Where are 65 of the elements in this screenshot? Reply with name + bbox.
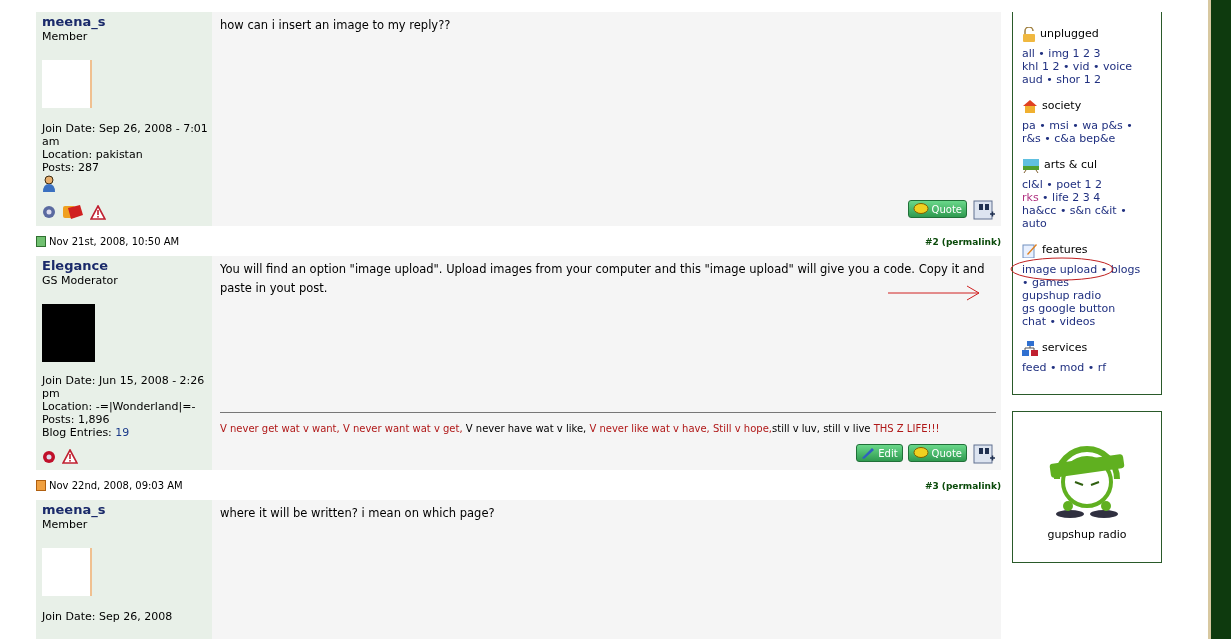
username-link[interactable]: Elegance — [42, 258, 108, 274]
painting-icon — [1022, 157, 1040, 173]
permalink-link[interactable]: (permalink) — [941, 480, 1001, 491]
pencil-icon — [861, 447, 876, 459]
sidebar-link[interactable]: gs google button — [1022, 302, 1116, 315]
sidebar-link[interactable]: auto — [1022, 217, 1047, 230]
sidebar-link[interactable]: aud • shor 1 2 — [1022, 73, 1102, 86]
speech-bubble-icon — [912, 203, 929, 215]
avatar-image — [42, 548, 92, 596]
warning-icon[interactable] — [90, 204, 106, 220]
user-location: Location: pakistan — [42, 148, 143, 161]
sidebar-link[interactable]: rks — [1022, 191, 1039, 204]
sidebar-link[interactable]: gupshup radio — [1022, 289, 1102, 302]
sidebar-link[interactable]: r&s • c&a bep&e — [1022, 132, 1116, 145]
network-icon — [1022, 340, 1038, 356]
user-title: GS Moderator — [42, 274, 118, 288]
join-date: Join Date: Jun 15, 2008 - 2:26 pm — [42, 374, 206, 400]
multi-quote-icon[interactable] — [972, 198, 996, 220]
avatar-image — [42, 60, 92, 108]
warning-icon[interactable] — [62, 449, 78, 464]
speech-bubble-icon — [912, 447, 929, 459]
sidebar-link[interactable]: cl&l • poet 1 2 — [1022, 178, 1102, 191]
user-title: Member — [42, 518, 88, 532]
sidebar-link[interactable]: chat • videos — [1022, 315, 1096, 328]
username-link[interactable]: meena_s — [42, 14, 106, 30]
sidebar-link[interactable]: pa • msi • wa p&s • — [1022, 119, 1133, 132]
section-heading: services — [1042, 340, 1088, 356]
avatar-image — [42, 304, 95, 362]
house-icon — [1022, 99, 1038, 113]
sidebar-link[interactable]: image upload • blogs — [1022, 263, 1141, 276]
status-dot-icon — [42, 449, 56, 464]
sidebar-link[interactable]: feed • mod • rf — [1022, 361, 1107, 374]
join-date: Join Date: Sep 26, 2008 - 7:01 am — [42, 122, 208, 148]
radio-caption: gupshup radio — [1047, 527, 1127, 541]
post-date: Nov 22nd, 2008, 09:03 AM — [49, 479, 183, 491]
signature-text: V never get wat v want, V never want wat v get, V never have wat v like, V never like wat v have, Still v hope,still v luv, still v live THS Z LIFE!!! — [220, 423, 941, 434]
status-dot-icon — [42, 205, 56, 219]
padlock-icon — [1022, 26, 1036, 42]
user-location: Location: -=|Wonderland|=- — [42, 400, 196, 413]
post-count: Posts: 287 — [42, 161, 99, 174]
post-number[interactable]: #3 — [924, 480, 939, 491]
post-number[interactable]: #2 — [924, 236, 939, 247]
join-date: Join Date: Sep 26, 2008 — [42, 610, 173, 623]
blog-entries-link[interactable]: 19 — [115, 426, 130, 439]
post-message: where it will be written? i mean on which page? — [220, 505, 496, 522]
section-heading: unplugged — [1040, 26, 1099, 42]
blog-entries-label: Blog Entries: — [42, 426, 112, 439]
sidebar-link[interactable]: all • img 1 2 3 — [1022, 47, 1101, 60]
sidebar-link[interactable]: ha&cc • s&n c&it • — [1022, 204, 1127, 217]
username-link[interactable]: meena_s — [42, 502, 106, 518]
sidebar-link[interactable]: khl 1 2 • vid • voice — [1022, 60, 1132, 73]
section-heading: arts & cul — [1044, 157, 1097, 173]
section-heading: society — [1042, 98, 1082, 114]
post-count: Posts: 1,896 — [42, 413, 110, 426]
post-message: You will find an option "image upload". Upload images from your computer and this "image upload" will give you a code. Copy it and paste in yout post. — [220, 261, 986, 297]
post-date: Nov 21st, 2008, 10:50 AM — [49, 235, 180, 247]
sidebar-link[interactable]: • games — [1022, 276, 1069, 289]
multi-quote-icon[interactable] — [972, 442, 996, 464]
section-heading: features — [1042, 242, 1088, 258]
post-message: how can i insert an image to my reply?? — [220, 17, 452, 34]
tag-icon[interactable] — [62, 204, 84, 220]
sidebar-link[interactable]: • life 2 3 4 — [1038, 191, 1101, 204]
permalink-link[interactable]: (permalink) — [941, 236, 1001, 247]
notepad-icon — [1022, 242, 1038, 258]
user-title: Member — [42, 30, 88, 44]
